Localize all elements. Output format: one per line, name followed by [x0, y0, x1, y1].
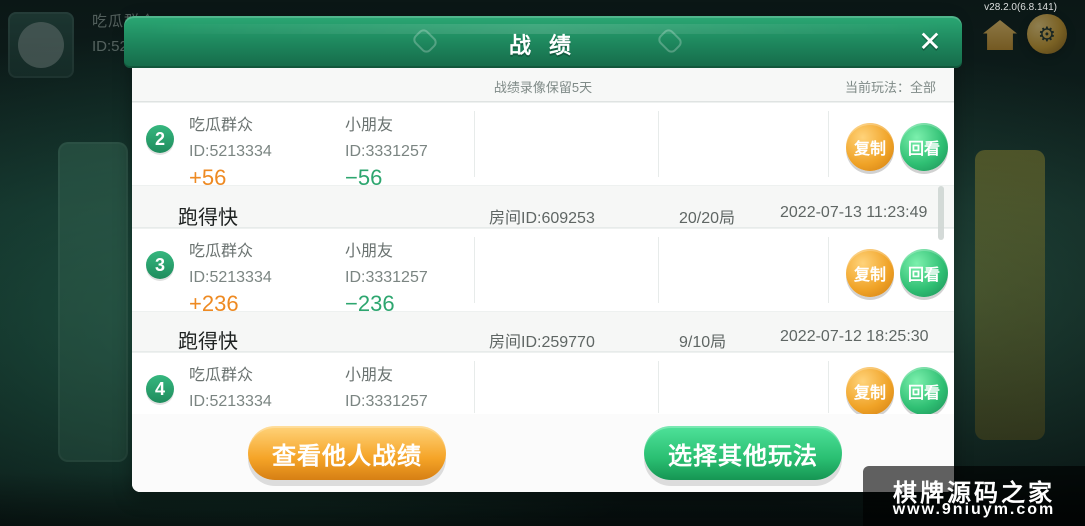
player-1: 吃瓜群众 ID:5213334	[189, 361, 339, 411]
choose-other-mode-button[interactable]: 选择其他玩法	[644, 426, 842, 480]
player-2-name: 小朋友	[345, 367, 394, 384]
player-avatar	[8, 12, 74, 78]
column-separator	[658, 111, 659, 177]
record-row: 3 吃瓜群众 ID:5213334 +236 小朋友 ID:3331257 −2…	[132, 228, 954, 315]
copy-button[interactable]: 复制	[846, 367, 894, 414]
player-2-name: 小朋友	[345, 117, 394, 134]
retention-note: 战绩录像保留5天	[493, 80, 593, 95]
round-count: 20/20局	[679, 210, 736, 227]
dialog-header: 战 绩 ✕	[124, 16, 962, 68]
rank-badge: 3	[146, 251, 174, 279]
player-2-id: ID:3331257	[345, 269, 428, 286]
player-1-name: 吃瓜群众	[189, 367, 254, 384]
player-1-score: +56	[189, 165, 227, 190]
copy-button[interactable]: 复制	[846, 123, 894, 171]
background-game-tiles	[58, 142, 128, 462]
rank-badge: 2	[146, 125, 174, 153]
replay-button[interactable]: 回看	[900, 249, 948, 297]
player-1-score: +236	[189, 291, 239, 316]
watermark-url: www.9niuym.com	[892, 501, 1056, 518]
player-2-name: 小朋友	[345, 243, 394, 260]
records-list[interactable]: 2 吃瓜群众 ID:5213334 +56 小朋友 ID:3331257 −56	[132, 102, 954, 414]
record-meta: 跑得快 房间ID:259770 9/10局 2022-07-12 18:25:3…	[132, 318, 954, 353]
record-row: 4 吃瓜群众 ID:5213334 小朋友 ID:3331257 复制 回看	[132, 352, 954, 414]
player-2: 小朋友 ID:3331257	[345, 361, 495, 411]
replay-button[interactable]: 回看	[900, 367, 948, 414]
column-separator	[828, 361, 829, 413]
record-meta: 跑得快 房间ID:609253 20/20局 2022-07-13 11:23:…	[132, 194, 954, 229]
match-time: 2022-07-13 11:23:49	[780, 204, 928, 221]
player-2-score: −236	[345, 291, 395, 316]
round-count: 9/10局	[679, 334, 727, 351]
watermark: 棋牌源码之家 www.9niuym.com	[863, 466, 1085, 526]
background-right-panel	[975, 150, 1045, 440]
player-2: 小朋友 ID:3331257 −56	[345, 111, 495, 189]
records-panel: 战绩录像保留5天 当前玩法：全部 2 吃瓜群众 ID:5213334 +56 小…	[132, 68, 954, 492]
game-name: 跑得快	[178, 331, 238, 353]
records-subbar: 战绩录像保留5天 当前玩法：全部	[132, 68, 954, 102]
player-2-id: ID:3331257	[345, 143, 428, 160]
player-1: 吃瓜群众 ID:5213334 +56	[189, 111, 339, 189]
avatar-face	[18, 22, 64, 68]
column-separator	[828, 237, 829, 303]
rank-badge: 4	[146, 375, 174, 403]
player-1: 吃瓜群众 ID:5213334 +236	[189, 237, 339, 315]
player-2: 小朋友 ID:3331257 −236	[345, 237, 495, 315]
column-separator	[828, 111, 829, 177]
close-icon: ✕	[918, 26, 942, 57]
column-separator	[474, 361, 475, 413]
home-icon	[983, 20, 1017, 50]
current-mode: 当前玩法：全部	[844, 80, 936, 95]
records-dialog: 战 绩 ✕ 战绩录像保留5天 当前玩法：全部 2 吃瓜群众 ID:5213334	[124, 16, 962, 492]
dialog-title: 战 绩	[508, 33, 578, 58]
version-text: v28.2.0(6.8.141)	[984, 2, 1057, 13]
column-separator	[474, 111, 475, 177]
match-time: 2022-07-12 18:25:30	[780, 328, 929, 345]
player-1-name: 吃瓜群众	[189, 243, 254, 260]
column-separator	[658, 237, 659, 303]
player-2-score: −56	[345, 165, 383, 190]
player-1-name: 吃瓜群众	[189, 117, 254, 134]
screen: 吃瓜群众 ID:5213334 v28.2.0(6.8.141) ⚙ 战 绩 ✕…	[0, 0, 1085, 526]
bottom-actions: 查看他人战绩 选择其他玩法	[132, 414, 954, 492]
player-1-id: ID:5213334	[189, 393, 272, 410]
close-button[interactable]: ✕	[916, 28, 944, 56]
settings-gear-icon: ⚙	[1027, 14, 1067, 54]
view-others-records-button[interactable]: 查看他人战绩	[248, 426, 446, 480]
replay-button[interactable]: 回看	[900, 123, 948, 171]
record-row: 2 吃瓜群众 ID:5213334 +56 小朋友 ID:3331257 −56	[132, 102, 954, 189]
copy-button[interactable]: 复制	[846, 249, 894, 297]
room-id: 房间ID:259770	[489, 334, 595, 351]
player-2-id: ID:3331257	[345, 393, 428, 410]
room-id: 房间ID:609253	[489, 210, 595, 227]
game-name: 跑得快	[178, 207, 238, 229]
column-separator	[658, 361, 659, 413]
scrollbar[interactable]	[938, 186, 944, 240]
player-1-id: ID:5213334	[189, 143, 272, 160]
column-separator	[474, 237, 475, 303]
player-1-id: ID:5213334	[189, 269, 272, 286]
